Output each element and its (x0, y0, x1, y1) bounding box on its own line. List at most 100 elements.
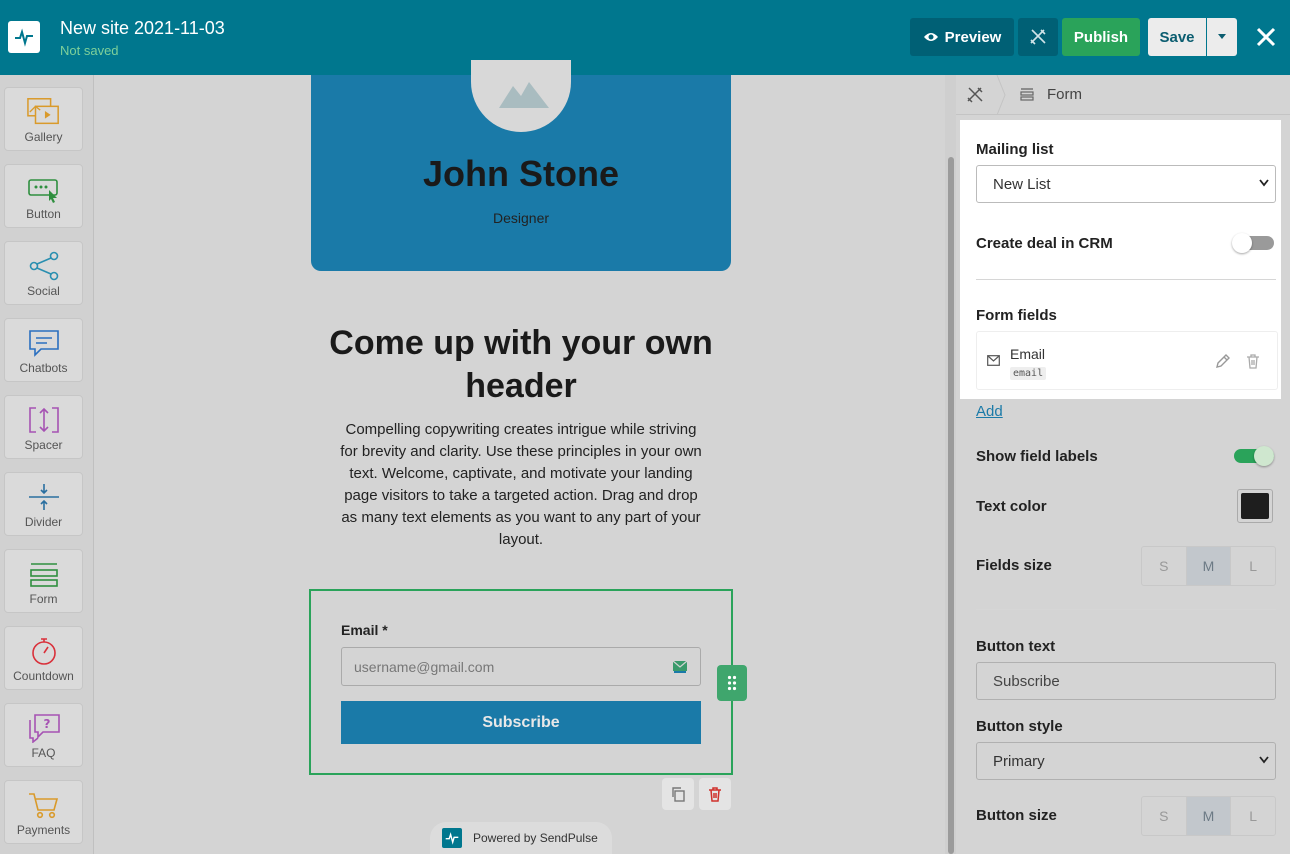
save-button[interactable]: Save (1148, 18, 1206, 56)
field-name: Email (1010, 346, 1046, 362)
sidebar-item-label: Chatbots (19, 361, 68, 375)
email-field-label: Email * (341, 622, 388, 638)
text-color-swatch[interactable] (1237, 489, 1273, 523)
sidebar-item-button[interactable]: Button (4, 164, 83, 228)
size-option-m[interactable]: M (1186, 547, 1232, 585)
fields-size-label: Fields size (976, 557, 1052, 574)
button-text-value: Subscribe (993, 673, 1060, 690)
text-color-label: Text color (976, 498, 1047, 515)
button-style-value: Primary (993, 753, 1045, 770)
sidebar-item-label: Button (26, 207, 61, 221)
gallery-icon (26, 97, 61, 127)
canvas-scrollbar-thumb[interactable] (948, 157, 954, 854)
button-text-input[interactable]: Subscribe (976, 662, 1276, 700)
preview-button[interactable]: Preview (910, 18, 1014, 56)
size-option-l[interactable]: L (1231, 547, 1275, 585)
form-icon (27, 559, 61, 589)
share-icon (27, 251, 61, 281)
sidebar-item-label: Spacer (24, 438, 63, 452)
button-size-selector[interactable]: S M L (1141, 796, 1276, 836)
powered-by-badge[interactable]: Powered by SendPulse (430, 822, 612, 854)
breadcrumb-current: Form (1047, 86, 1082, 103)
sidebar-item-countdown[interactable]: Countdown (4, 626, 83, 690)
faq-icon: ? (27, 713, 61, 743)
design-tools-button[interactable] (1018, 18, 1058, 56)
powered-by-text: Powered by SendPulse (473, 831, 598, 845)
close-icon (1256, 27, 1276, 47)
toggle-knob (1254, 446, 1274, 466)
show-field-labels-toggle[interactable] (1234, 446, 1274, 466)
divider (976, 279, 1276, 280)
drag-handle[interactable] (717, 665, 747, 701)
size-option-s[interactable]: S (1142, 797, 1187, 835)
email-placeholder: username@gmail.com (354, 659, 495, 675)
drag-dots-icon (727, 675, 737, 691)
divider-icon (27, 482, 61, 512)
save-options-button[interactable] (1207, 18, 1237, 56)
sidebar-item-gallery[interactable]: Gallery (4, 87, 83, 151)
field-key: email (1010, 367, 1047, 380)
body-text[interactable]: Compelling copywriting creates intrigue … (336, 419, 706, 551)
sidebar-item-faq[interactable]: ? FAQ (4, 703, 83, 767)
sendpulse-logo-icon[interactable] (8, 21, 40, 53)
button-text-label: Button text (976, 638, 1056, 655)
delete-block-button[interactable] (699, 778, 731, 810)
page-headline[interactable]: Come up with your own header (311, 322, 731, 408)
button-style-select[interactable]: Primary (976, 742, 1276, 780)
pencil-icon[interactable] (1215, 353, 1231, 369)
sidebar-item-label: Divider (24, 515, 63, 529)
fields-size-selector[interactable]: S M L (1141, 546, 1276, 586)
button-style-label: Button style (976, 718, 1063, 735)
save-status: Not saved (60, 43, 119, 58)
button-size-label: Button size (976, 807, 1057, 824)
sidebar-item-label: Payments (16, 823, 71, 837)
sidebar-item-label: FAQ (31, 746, 56, 760)
chevron-right-icon (996, 75, 1006, 115)
size-option-s[interactable]: S (1142, 547, 1187, 585)
chevron-down-icon (1259, 179, 1269, 187)
publish-button[interactable]: Publish (1062, 18, 1140, 56)
form-icon (1020, 88, 1034, 101)
size-option-m[interactable]: M (1186, 797, 1232, 835)
form-field-item[interactable]: Email email (976, 331, 1278, 390)
create-deal-toggle[interactable] (1232, 233, 1274, 253)
profile-name[interactable]: John Stone (311, 153, 731, 195)
size-option-l[interactable]: L (1231, 797, 1275, 835)
chat-icon (27, 328, 61, 358)
caret-down-icon (1218, 34, 1226, 39)
sidebar-item-label: Form (29, 592, 58, 606)
sidebar-item-payments[interactable]: Payments (4, 780, 83, 844)
email-field[interactable]: username@gmail.com (341, 647, 701, 686)
cart-icon (27, 790, 61, 820)
form-fields-label: Form fields (976, 307, 1057, 324)
preview-label: Preview (944, 28, 1002, 46)
site-title[interactable]: New site 2021-11-03 (60, 18, 225, 39)
sidebar-item-label: Gallery (24, 130, 63, 144)
sidebar-item-spacer[interactable]: Spacer (4, 395, 83, 459)
close-button[interactable] (1254, 25, 1278, 49)
chevron-down-icon (1259, 756, 1269, 764)
button-icon (27, 174, 61, 204)
sidebar-item-chatbots[interactable]: Chatbots (4, 318, 83, 382)
copy-icon (672, 787, 685, 802)
toggle-knob (1232, 233, 1252, 253)
subscribe-button[interactable]: Subscribe (341, 701, 701, 744)
mailing-list-select[interactable]: New List (976, 165, 1276, 203)
sidebar-item-divider[interactable]: Divider (4, 472, 83, 536)
sidebar-item-social[interactable]: Social (4, 241, 83, 305)
sidebar-item-label: Social (27, 284, 60, 298)
stopwatch-icon (27, 636, 61, 666)
color-fill (1241, 493, 1269, 519)
sidebar-item-form[interactable]: Form (4, 549, 83, 613)
sidebar-item-label: Countdown (13, 669, 74, 683)
add-field-link[interactable]: Add (976, 403, 1003, 420)
tools-icon[interactable] (966, 86, 984, 104)
trash-icon[interactable] (1245, 353, 1261, 369)
svg-text:?: ? (43, 717, 50, 731)
mailing-list-value: New List (993, 176, 1051, 193)
duplicate-block-button[interactable] (662, 778, 694, 810)
trash-icon (709, 787, 721, 802)
eye-icon (923, 33, 938, 41)
top-bar: New site 2021-11-03 Not saved Preview Pu… (0, 0, 1290, 75)
profile-role[interactable]: Designer (311, 210, 731, 226)
